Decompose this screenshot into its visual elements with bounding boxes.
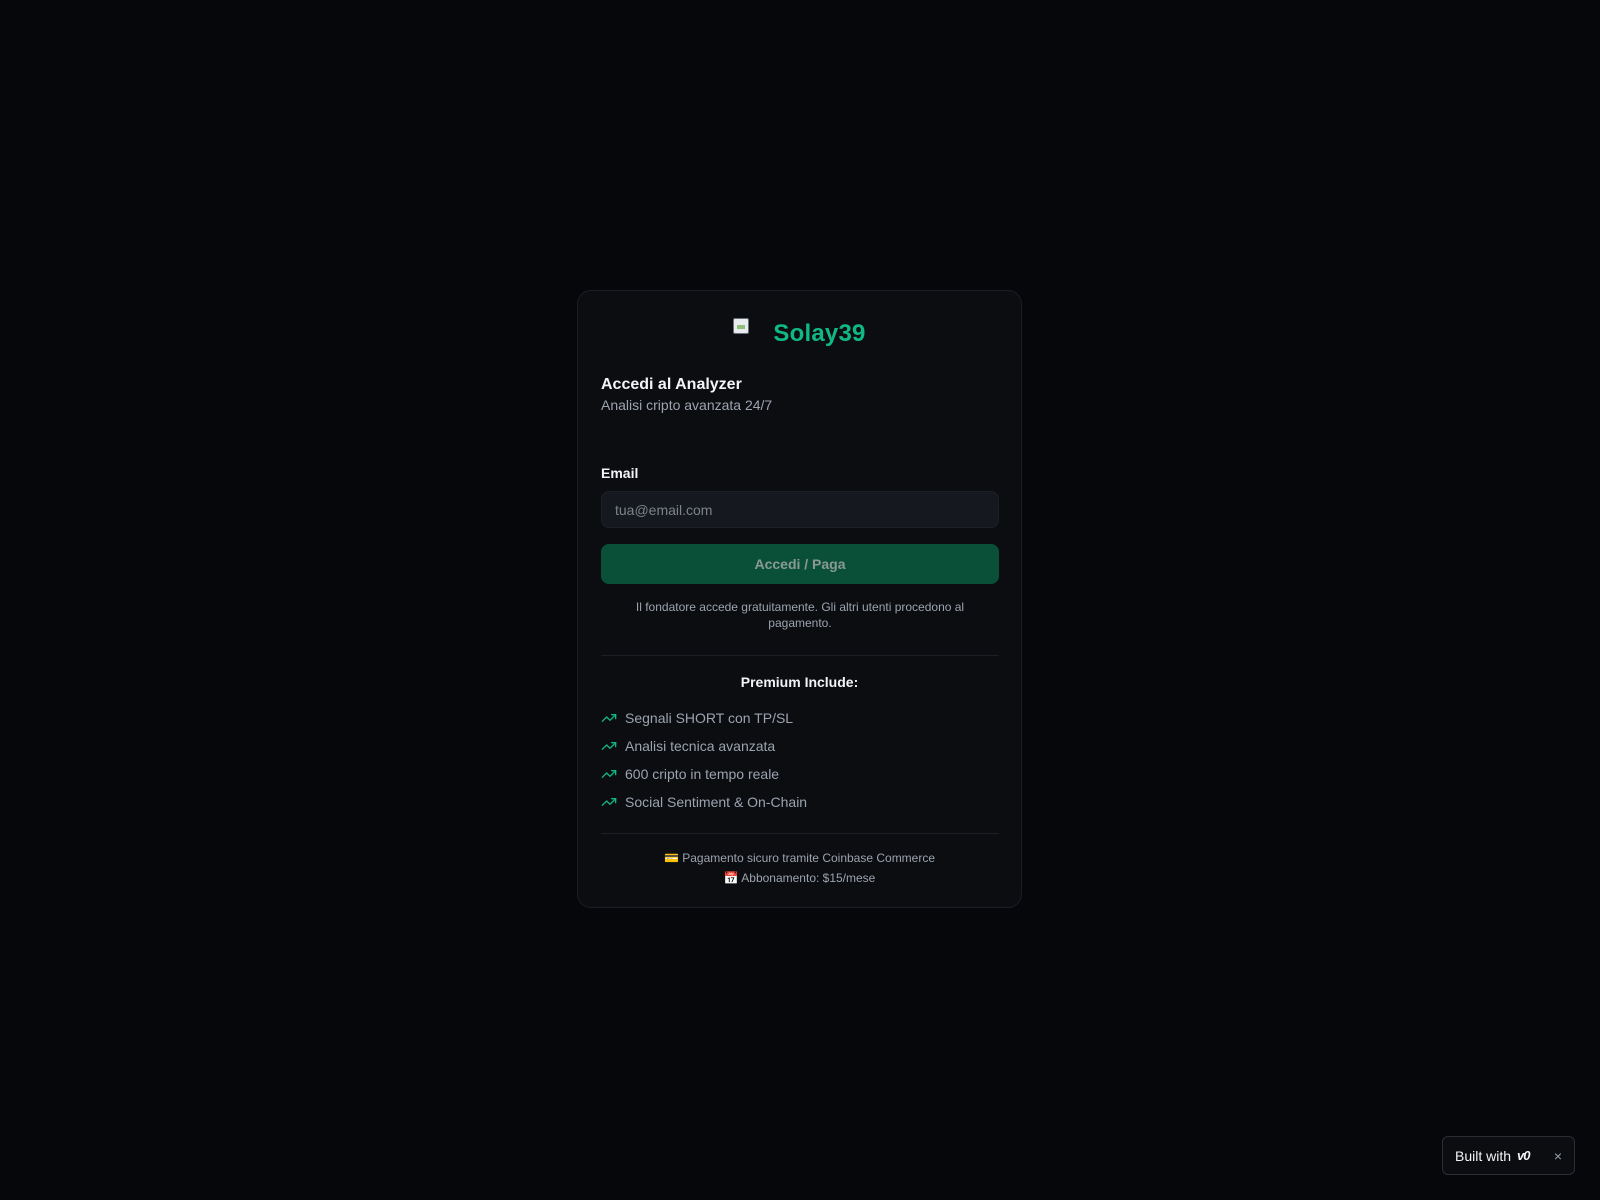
feature-label: Segnali SHORT con TP/SL [625,710,794,726]
calendar-icon: 📅 [723,871,739,885]
page-subtitle: Analisi cripto avanzata 24/7 [601,397,773,413]
divider [601,655,999,656]
email-label: Email [601,465,639,481]
divider [601,833,999,834]
list-item: Analisi tecnica avanzata [601,732,807,760]
subscription-text: Abbonamento: $15/mese [741,871,876,885]
payment-text: Pagamento sicuro tramite Coinbase Commer… [682,851,936,865]
trending-up-icon [601,770,617,778]
email-field[interactable] [601,491,999,528]
feature-label: Social Sentiment & On-Chain [625,794,808,810]
premium-feature-list: Segnali SHORT con TP/SL Analisi tecnica … [601,704,807,816]
trending-up-icon [601,798,617,806]
badge-label: Built with [1455,1147,1512,1164]
credit-card-icon: 💳 [663,851,679,865]
payment-info: 💳 Pagamento sicuro tramite Coinbase Comm… [578,848,1021,888]
list-item: 600 cripto in tempo reale [601,760,807,788]
founder-note: Il fondatore accede gratuitamente. Gli a… [635,600,965,630]
feature-label: 600 cripto in tempo reale [625,766,780,782]
login-card: Solay39 Accedi al Analyzer Analisi cript… [577,290,1022,908]
brand-header: Solay39 [578,317,1021,351]
close-icon[interactable]: × [1554,1148,1562,1164]
payment-line: 💳 Pagamento sicuro tramite Coinbase Comm… [578,848,1021,868]
built-with-badge[interactable]: Built with v0 × [1442,1136,1575,1175]
trending-up-icon [601,714,617,722]
trending-up-icon [601,742,617,750]
premium-title: Premium Include: [740,674,859,690]
login-pay-button[interactable]: Accedi / Paga [601,544,999,584]
v0-logo-icon: v0 [1517,1148,1531,1163]
list-item: Segnali SHORT con TP/SL [601,704,807,732]
brand-name: Solay39 [773,320,866,347]
page-title: Accedi al Analyzer [601,376,742,393]
feature-label: Analisi tecnica avanzata [625,738,776,754]
list-item: Social Sentiment & On-Chain [601,788,807,816]
broken-image-icon [733,318,753,338]
subscription-line: 📅 Abbonamento: $15/mese [578,868,1021,888]
